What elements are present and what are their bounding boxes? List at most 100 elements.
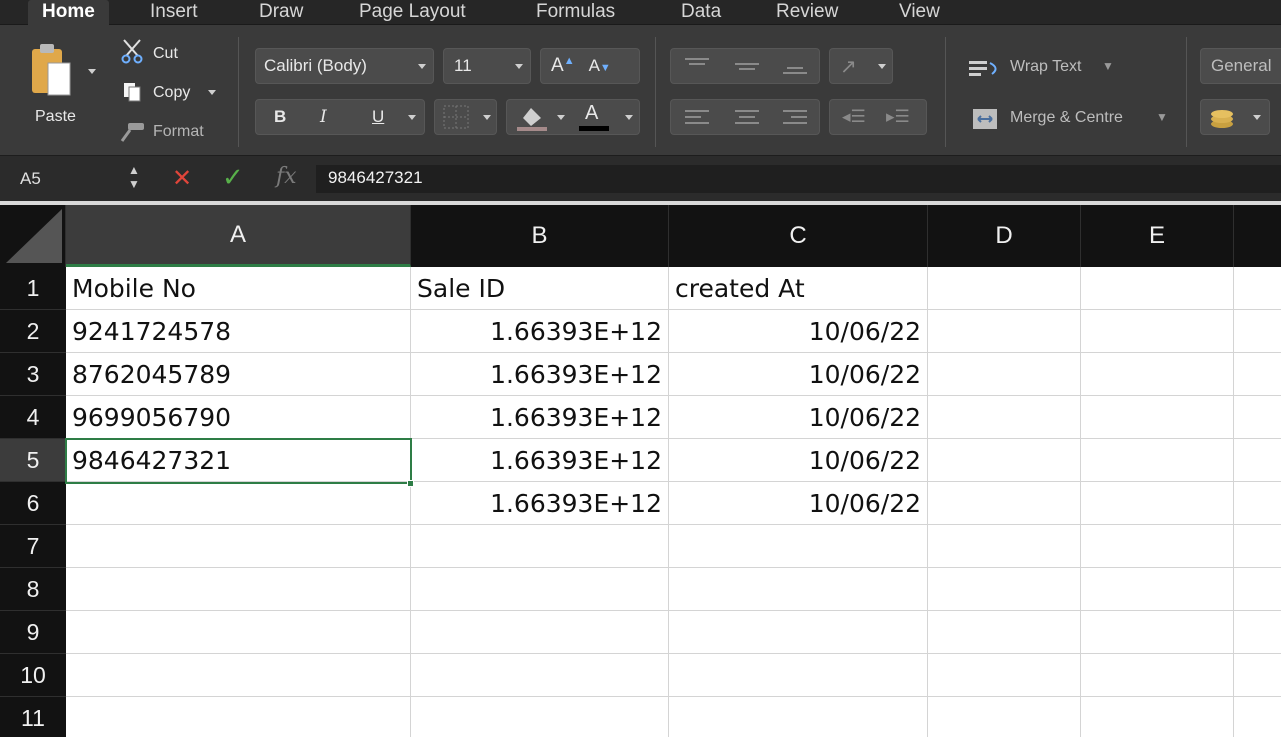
row-header-6[interactable]: 6 [0, 482, 66, 525]
increase-font-button[interactable]: A▲ [551, 55, 575, 77]
scissors-icon[interactable] [120, 38, 144, 69]
align-bottom-icon[interactable] [781, 57, 809, 80]
cell-e8[interactable] [1081, 568, 1234, 611]
column-header-next[interactable] [1234, 205, 1281, 267]
row-header-7[interactable]: 7 [0, 525, 66, 568]
chevron-down-icon[interactable] [557, 115, 565, 120]
cell-d7[interactable] [928, 525, 1081, 568]
tab-review[interactable]: Review [776, 0, 838, 25]
font-size-select[interactable]: 11 [443, 48, 531, 84]
cell-d2[interactable] [928, 310, 1081, 353]
cell-e6[interactable] [1081, 482, 1234, 525]
paste-dropdown-icon[interactable] [88, 69, 96, 74]
column-header-e[interactable]: E [1081, 205, 1234, 267]
cell-c5[interactable]: 10/06/22 [669, 439, 928, 482]
cell-b4[interactable]: 1.66393E+12 [411, 396, 669, 439]
cell-c2[interactable]: 10/06/22 [669, 310, 928, 353]
row-header-5[interactable]: 5 [0, 439, 66, 482]
fill-color-icon[interactable] [515, 104, 549, 137]
underline-button[interactable]: U [372, 107, 384, 127]
cell-a9[interactable] [66, 611, 411, 654]
column-header-b[interactable]: B [411, 205, 669, 267]
chevron-down-icon[interactable] [625, 115, 633, 120]
cell-e2[interactable] [1081, 310, 1234, 353]
formula-input[interactable]: 9846427321 [316, 165, 1281, 193]
name-box[interactable]: A5 [0, 165, 115, 193]
font-color-button[interactable]: A [585, 102, 598, 125]
cell-c11[interactable] [669, 697, 928, 737]
cell-b3[interactable]: 1.66393E+12 [411, 353, 669, 396]
cell-a5[interactable]: 9846427321 [66, 439, 411, 482]
cell-b9[interactable] [411, 611, 669, 654]
cell-d8[interactable] [928, 568, 1081, 611]
borders-button[interactable] [434, 99, 497, 135]
tab-formulas[interactable]: Formulas [536, 0, 615, 25]
cancel-icon[interactable]: ✕ [172, 164, 192, 193]
cell-a4[interactable]: 9699056790 [66, 396, 411, 439]
cell-f9[interactable] [1234, 611, 1281, 654]
cell-a3[interactable]: 8762045789 [66, 353, 411, 396]
cell-c3[interactable]: 10/06/22 [669, 353, 928, 396]
cell-f6[interactable] [1234, 482, 1281, 525]
copy-button[interactable]: Copy [153, 84, 190, 102]
row-header-4[interactable]: 4 [0, 396, 66, 439]
paste-button[interactable] [22, 41, 82, 105]
accounting-format-button[interactable] [1200, 99, 1270, 135]
cell-c6[interactable]: 10/06/22 [669, 482, 928, 525]
align-right-icon[interactable] [781, 108, 809, 133]
cell-d5[interactable] [928, 439, 1081, 482]
cell-c4[interactable]: 10/06/22 [669, 396, 928, 439]
cell-d9[interactable] [928, 611, 1081, 654]
number-format-select[interactable]: General [1200, 48, 1281, 84]
align-middle-icon[interactable] [733, 57, 761, 80]
tab-home[interactable]: Home [28, 0, 109, 25]
cell-a2[interactable]: 9241724578 [66, 310, 411, 353]
fill-handle[interactable] [407, 480, 414, 487]
enter-check-icon[interactable]: ✓ [222, 162, 244, 193]
row-header-8[interactable]: 8 [0, 568, 66, 611]
cell-e7[interactable] [1081, 525, 1234, 568]
decrease-font-button[interactable]: A▼ [589, 56, 611, 76]
row-header-10[interactable]: 10 [0, 654, 66, 697]
row-header-11[interactable]: 11 [0, 697, 66, 737]
copy-icon[interactable] [122, 81, 142, 108]
underline-dropdown-icon[interactable] [408, 115, 416, 120]
cell-a6[interactable] [66, 482, 411, 525]
cell-f7[interactable] [1234, 525, 1281, 568]
insert-function-button[interactable]: fx [276, 164, 297, 189]
copy-dropdown-icon[interactable] [208, 90, 216, 95]
cell-e11[interactable] [1081, 697, 1234, 737]
cell-c10[interactable] [669, 654, 928, 697]
cut-button[interactable]: Cut [153, 45, 178, 63]
cell-b7[interactable] [411, 525, 669, 568]
cell-f1[interactable] [1234, 267, 1281, 310]
cell-f5[interactable] [1234, 439, 1281, 482]
column-header-a[interactable]: A [66, 205, 411, 267]
cell-d4[interactable] [928, 396, 1081, 439]
cell-e5[interactable] [1081, 439, 1234, 482]
cell-f4[interactable] [1234, 396, 1281, 439]
cell-c7[interactable] [669, 525, 928, 568]
align-top-icon[interactable] [683, 57, 711, 80]
tab-draw[interactable]: Draw [259, 0, 303, 25]
cell-c8[interactable] [669, 568, 928, 611]
cell-e10[interactable] [1081, 654, 1234, 697]
format-painter-icon[interactable] [118, 121, 146, 148]
bold-button[interactable]: B [274, 107, 286, 127]
cell-f2[interactable] [1234, 310, 1281, 353]
cell-f3[interactable] [1234, 353, 1281, 396]
tab-view[interactable]: View [899, 0, 940, 25]
name-box-stepper-icon[interactable]: ▲ ▼ [128, 163, 140, 191]
cell-d6[interactable] [928, 482, 1081, 525]
column-header-c[interactable]: C [669, 205, 928, 267]
cell-f11[interactable] [1234, 697, 1281, 737]
cell-d11[interactable] [928, 697, 1081, 737]
cell-e4[interactable] [1081, 396, 1234, 439]
row-header-9[interactable]: 9 [0, 611, 66, 654]
cell-e1[interactable] [1081, 267, 1234, 310]
cell-c1[interactable]: created At [669, 267, 928, 310]
cell-e3[interactable] [1081, 353, 1234, 396]
cell-c9[interactable] [669, 611, 928, 654]
format-painter-button[interactable]: Format [153, 123, 204, 141]
row-header-3[interactable]: 3 [0, 353, 66, 396]
